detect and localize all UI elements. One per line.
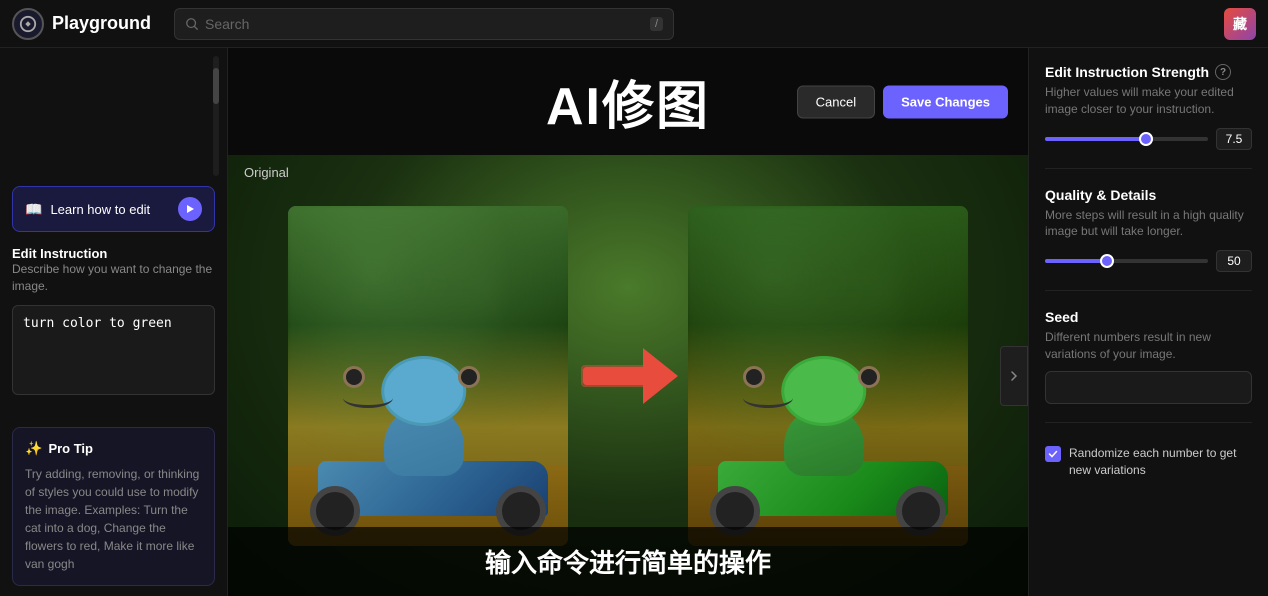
pro-tip-text: Try adding, removing, or thinking of sty…	[25, 465, 202, 573]
divider-2	[1045, 290, 1252, 291]
logo-text: Playground	[52, 13, 151, 34]
strength-info-icon[interactable]: ?	[1215, 64, 1231, 80]
star-icon: ✨	[25, 440, 42, 457]
avatar[interactable]: 藏	[1224, 8, 1256, 40]
quality-slider-fill	[1045, 259, 1107, 263]
quality-title: Quality & Details	[1045, 187, 1156, 203]
quality-section: Quality & Details More steps will result…	[1045, 187, 1252, 273]
edit-instruction-desc: Describe how you want to change the imag…	[12, 261, 215, 295]
logo-icon	[12, 8, 44, 40]
quality-slider-row: 50	[1045, 250, 1252, 272]
pro-tip-box: ✨ Pro Tip Try adding, removing, or think…	[12, 427, 215, 586]
frog-left-image	[288, 206, 568, 546]
caption-zh: 输入命令进行简单的操作	[485, 548, 771, 578]
book-icon: 📖	[25, 201, 42, 218]
quality-value: 50	[1216, 250, 1252, 272]
randomize-row: Randomize each number to get new variati…	[1045, 445, 1252, 479]
center-actions: Cancel Save Changes	[797, 85, 1008, 118]
instruction-input[interactable]: turn color to green	[12, 305, 215, 395]
divider-3	[1045, 422, 1252, 423]
kbd-hint: /	[650, 17, 663, 31]
edit-instruction-section: Edit Instruction Describe how you want t…	[12, 242, 215, 295]
right-sidebar: Edit Instruction Strength ? Higher value…	[1028, 48, 1268, 596]
strength-section: Edit Instruction Strength ? Higher value…	[1045, 64, 1252, 150]
seed-desc: Different numbers result in new variatio…	[1045, 329, 1252, 363]
seed-section: Seed Different numbers result in new var…	[1045, 309, 1252, 404]
learn-how-to-edit-button[interactable]: 📖 Learn how to edit	[12, 186, 215, 232]
seed-title: Seed	[1045, 309, 1078, 325]
randomize-checkbox[interactable]	[1045, 446, 1061, 462]
search-input[interactable]	[205, 16, 644, 32]
strength-title: Edit Instruction Strength	[1045, 64, 1209, 80]
cancel-button[interactable]: Cancel	[797, 85, 875, 118]
search-bar[interactable]: /	[174, 8, 674, 40]
learn-label: Learn how to edit	[50, 202, 150, 217]
scroll-right-button[interactable]	[1000, 346, 1028, 406]
chevron-right-icon	[1008, 370, 1020, 382]
strength-slider-thumb[interactable]	[1139, 132, 1153, 146]
original-label: Original	[244, 165, 289, 180]
quality-slider-thumb[interactable]	[1100, 254, 1114, 268]
divider-1	[1045, 168, 1252, 169]
strength-slider-track[interactable]	[1045, 137, 1208, 141]
search-icon	[185, 17, 199, 31]
pro-tip-title: Pro Tip	[48, 441, 93, 456]
randomize-label: Randomize each number to get new variati…	[1069, 445, 1252, 479]
play-button[interactable]	[178, 197, 202, 221]
strength-value: 7.5	[1216, 128, 1252, 150]
caption-overlay: 输入命令进行简单的操作	[228, 527, 1028, 596]
quality-desc: More steps will result in a high quality…	[1045, 207, 1252, 241]
edit-instruction-title: Edit Instruction	[12, 246, 215, 261]
quality-slider-track[interactable]	[1045, 259, 1208, 263]
strength-desc: Higher values will make your edited imag…	[1045, 84, 1252, 118]
top-nav: Playground / 藏	[0, 0, 1268, 48]
strength-slider-fill	[1045, 137, 1146, 141]
frog-scene: 输入命令进行简单的操作	[228, 155, 1028, 596]
save-changes-button[interactable]: Save Changes	[883, 85, 1008, 118]
image-area: Original	[228, 155, 1028, 596]
seed-input[interactable]	[1045, 371, 1252, 404]
arrow-container	[568, 336, 688, 416]
logo-area: Playground	[12, 8, 162, 40]
center-header: AI修图 Cancel Save Changes	[228, 48, 1028, 155]
strength-slider-row: 7.5	[1045, 128, 1252, 150]
main-layout: 📖 Learn how to edit Edit Instruction Des…	[0, 48, 1268, 596]
frog-right-image	[688, 206, 968, 546]
center-area: AI修图 Cancel Save Changes Original	[228, 48, 1028, 596]
left-sidebar: 📖 Learn how to edit Edit Instruction Des…	[0, 48, 228, 596]
page-title: AI修图	[546, 64, 710, 139]
